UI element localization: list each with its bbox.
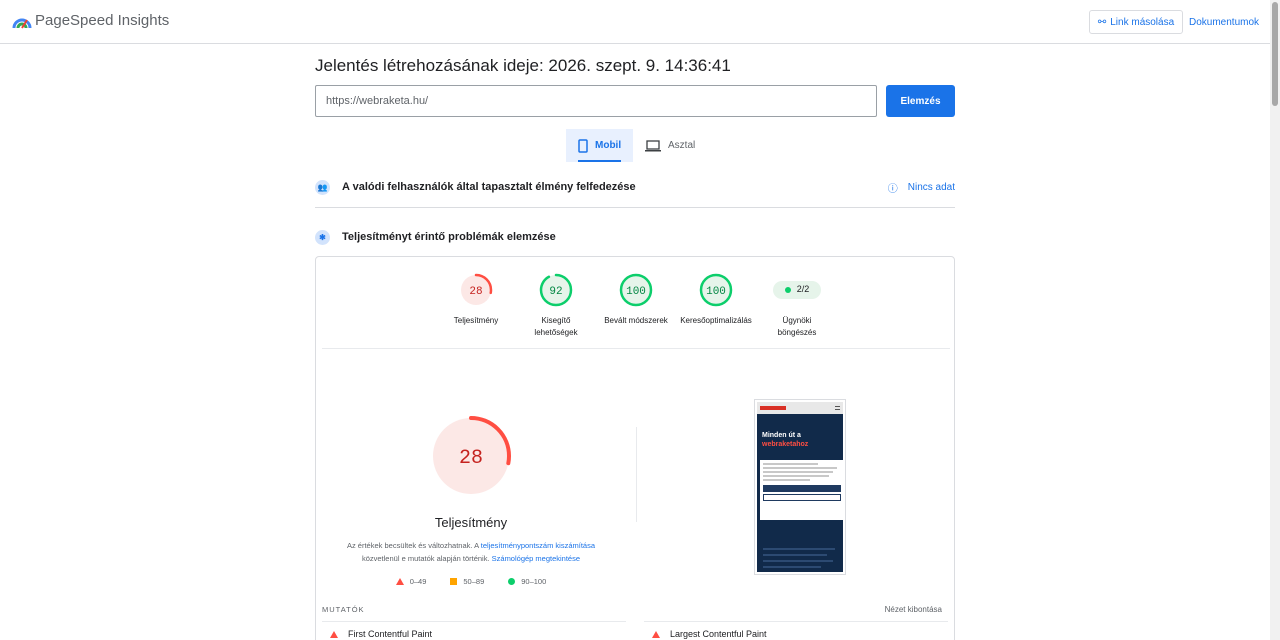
scores-card: 28 Teljesítmény 92 Kisegítő lehetőségek … bbox=[315, 256, 955, 640]
legend-item-good: 90–100 bbox=[508, 577, 546, 586]
gauge-ring: 100 bbox=[699, 273, 733, 307]
agent-label: Ügynöki böngészés bbox=[777, 316, 817, 337]
legend-range: 90–100 bbox=[521, 577, 547, 586]
no-data-label: Nincs adat bbox=[907, 181, 955, 193]
hamburger-icon bbox=[835, 406, 840, 410]
performance-description: Az értékek becsültek és változhatnak. A … bbox=[326, 539, 616, 565]
score-value: 92 bbox=[549, 286, 562, 298]
scrollbar-thumb[interactable] bbox=[1272, 2, 1278, 106]
tab-desktop[interactable]: Asztal bbox=[633, 129, 707, 162]
preview-headline: Minden út a webraketahoz bbox=[757, 414, 843, 450]
phone-icon bbox=[578, 138, 588, 153]
tab-mobile[interactable]: Mobil bbox=[566, 129, 634, 162]
analyze-button[interactable]: Elemzés bbox=[886, 85, 955, 117]
desc-text-1: Az értékek becsültek és változhatnak. A bbox=[346, 541, 481, 550]
legend-range: 0–49 bbox=[409, 577, 427, 586]
score-label: Kisegítő lehetőségek bbox=[534, 316, 578, 337]
triangle-icon bbox=[395, 578, 404, 585]
legend-range: 50–89 bbox=[463, 577, 485, 586]
section-divider bbox=[315, 207, 955, 208]
info-icon: ⓘ bbox=[887, 183, 898, 195]
score-value: 100 bbox=[706, 286, 726, 298]
score-value: 28 bbox=[469, 286, 482, 298]
agent-pill: 2/2 bbox=[773, 281, 821, 299]
field-data-title: A valódi felhasználók által tapasztalt é… bbox=[342, 181, 636, 193]
gauge-ring: 100 bbox=[619, 273, 653, 307]
score-calc-link[interactable]: teljesítménypontszám kiszámítása bbox=[481, 541, 595, 550]
url-input[interactable] bbox=[315, 85, 877, 117]
score-label: Keresőoptimalizálás bbox=[680, 316, 752, 325]
preview-header bbox=[757, 402, 843, 414]
performance-big-label: Teljesítmény bbox=[434, 515, 508, 530]
metrics-heading: MUTATÓK bbox=[322, 605, 365, 614]
metric-divider bbox=[644, 621, 948, 622]
preview-headline-1: Minden út a bbox=[762, 432, 801, 439]
desc-text-2: közvetlenül e mutatók alapján történik. bbox=[361, 554, 492, 564]
performance-big-value: 28 bbox=[459, 447, 483, 470]
score-gauge-seo[interactable]: 100 Keresőoptimalizálás bbox=[671, 273, 761, 327]
legend-item-average: 50–89 bbox=[450, 577, 484, 586]
metric-label: First Contentful Paint bbox=[348, 629, 433, 639]
card-divider bbox=[322, 348, 950, 349]
pass-dot-icon bbox=[784, 287, 791, 293]
metric-fcp[interactable]: First Contentful Paint bbox=[330, 629, 432, 639]
square-icon bbox=[450, 578, 458, 585]
legend-item-poor: 0–49 bbox=[395, 577, 427, 586]
preview-content: Minden út a webraketahoz bbox=[757, 402, 843, 572]
brand-title[interactable]: PageSpeed Insights bbox=[35, 12, 169, 29]
circle-icon bbox=[508, 578, 516, 585]
preview-settings-button bbox=[763, 494, 841, 501]
top-bar: PageSpeed Insights ⚯ Link másolása Dokum… bbox=[0, 0, 1270, 44]
score-label: Bevált módszerek bbox=[604, 316, 668, 325]
score-gauge-best-practices[interactable]: 100 Bevált módszerek bbox=[591, 273, 681, 327]
no-data-indicator[interactable]: ⓘ Nincs adat bbox=[888, 180, 955, 195]
poor-triangle-icon bbox=[652, 630, 660, 638]
performance-big-gauge: 28 bbox=[431, 416, 511, 496]
preview-accept-button bbox=[763, 485, 841, 492]
copy-link-button[interactable]: ⚯ Link másolása bbox=[1089, 10, 1183, 34]
poor-triangle-icon bbox=[330, 630, 338, 638]
tab-desktop-label: Asztal bbox=[668, 140, 696, 151]
field-data-section: 👥 A valódi felhasználók által tapasztalt… bbox=[315, 172, 955, 202]
score-value: 100 bbox=[626, 286, 646, 298]
vertical-divider bbox=[636, 427, 637, 522]
preview-cookie-dialog bbox=[760, 460, 843, 520]
score-legend: 0–49 50–89 90–100 bbox=[316, 577, 626, 586]
metric-label: Largest Contentful Paint bbox=[670, 629, 767, 639]
calculator-link[interactable]: Számológép megtekintése bbox=[492, 554, 580, 563]
agent-value: 2/2 bbox=[796, 284, 810, 295]
metric-divider bbox=[322, 621, 626, 622]
expand-view-toggle[interactable]: Nézet kibontása bbox=[885, 605, 942, 614]
users-icon: 👥 bbox=[315, 179, 330, 195]
score-gauge-performance[interactable]: 28 Teljesítmény bbox=[431, 273, 521, 327]
lab-data-section: ✱ Teljesítményt érintő problémák elemzés… bbox=[315, 222, 955, 252]
diagnose-icon: ✱ bbox=[315, 229, 330, 245]
page-scrollbar[interactable] bbox=[1270, 0, 1280, 640]
lab-data-title: Teljesítményt érintő problémák elemzése bbox=[342, 231, 556, 243]
preview-logo bbox=[760, 406, 786, 410]
link-icon: ⚯ bbox=[1097, 16, 1107, 28]
copy-link-label: Link másolása bbox=[1110, 16, 1175, 28]
pagespeed-logo-icon[interactable] bbox=[12, 12, 32, 30]
tab-mobile-label: Mobil bbox=[595, 140, 622, 151]
score-label: Teljesítmény bbox=[453, 316, 499, 325]
gauge-ring: 28 bbox=[459, 273, 493, 307]
gauge-ring: 92 bbox=[539, 273, 573, 307]
docs-link[interactable]: Dokumentumok bbox=[1189, 17, 1259, 28]
agent-browsing-score[interactable]: 2/2 Ügynöki böngészés bbox=[752, 273, 842, 339]
laptop-icon bbox=[645, 139, 661, 151]
preview-headline-2: webraketahoz bbox=[762, 440, 809, 448]
report-timestamp: Jelentés létrehozásának ideje: 2026. sze… bbox=[315, 56, 731, 75]
score-gauge-accessibility[interactable]: 92 Kisegítő lehetőségek bbox=[511, 273, 601, 339]
metric-lcp[interactable]: Largest Contentful Paint bbox=[652, 629, 767, 639]
page-screenshot-preview[interactable]: Minden út a webraketahoz bbox=[754, 399, 846, 575]
